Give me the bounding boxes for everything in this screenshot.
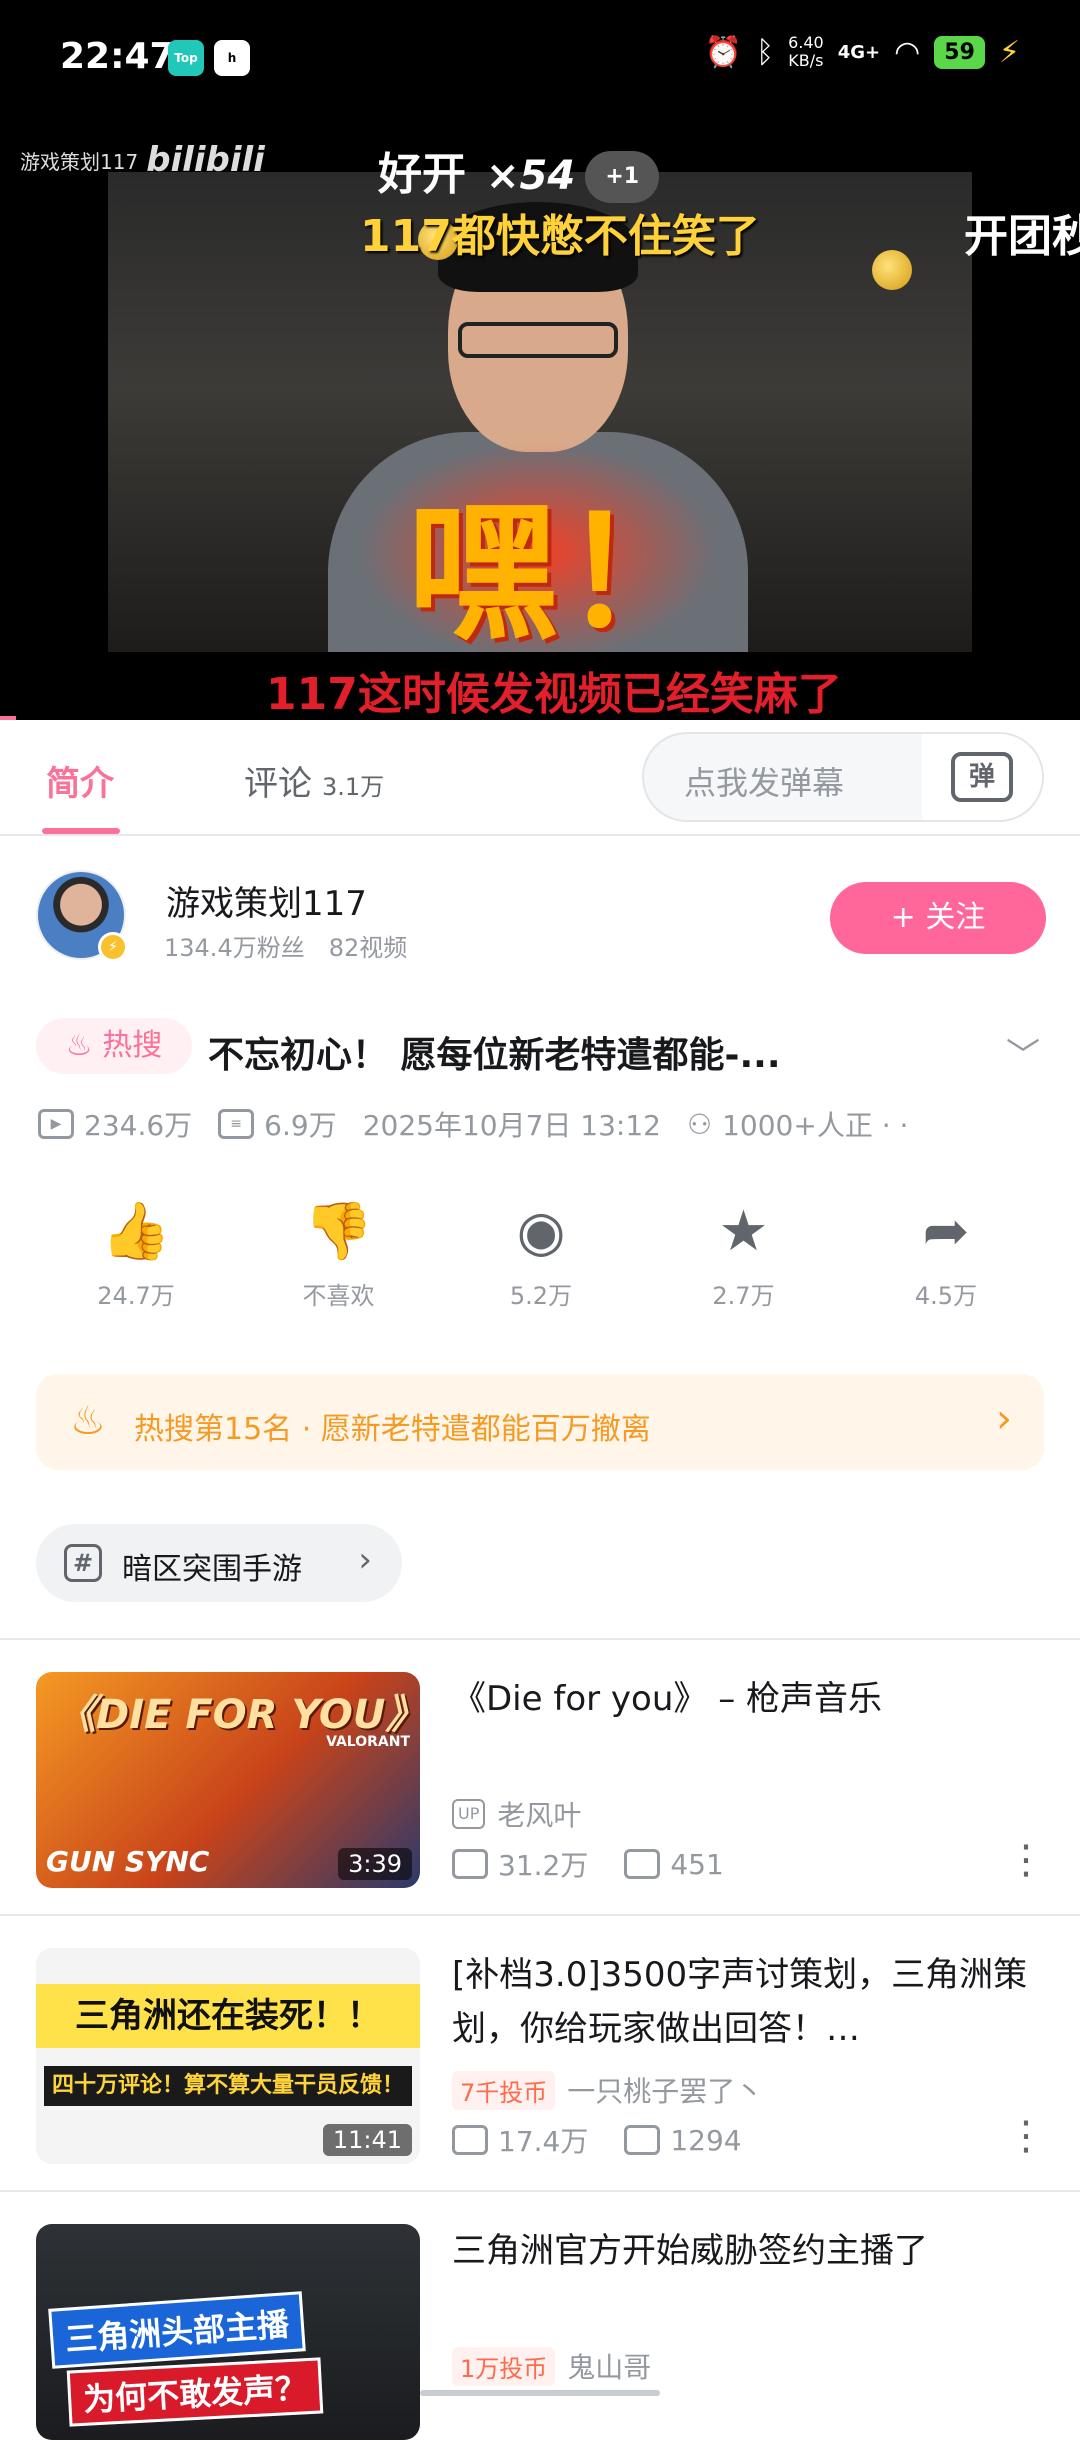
video-thumbnail[interactable]: 三角洲还在装死！！ 四十万评论！算不算大量干员反馈！ 11:41 (36, 1948, 420, 2164)
favorite-button[interactable]: ★ 2.7万 (644, 1198, 844, 1318)
hot-search-banner[interactable]: ♨ 热搜第15名 · 愿新老特遣都能百万撤离 › (36, 1374, 1044, 1470)
share-button[interactable]: ➦ 4.5万 (846, 1198, 1046, 1318)
share-icon: ➦ (922, 1199, 970, 1264)
danmu-combo: 好开 ×54 +1 (378, 138, 660, 203)
rec-stats: 17.4万 1294 (452, 2120, 778, 2160)
danmaku-count: 6.9万 (264, 1109, 337, 1142)
tab-comments[interactable]: 评论 3.1万 (244, 756, 384, 805)
follow-button[interactable]: + 关注 (830, 882, 1046, 954)
lightning-badge-icon: ⚡ (98, 932, 128, 962)
play-count-icon: ▶ (38, 1109, 74, 1139)
publish-date: 2025年10月7日 13:12 (362, 1109, 661, 1142)
battery-indicator: 59 (934, 35, 985, 69)
play-count-icon (452, 1849, 488, 1879)
watching-icon: ⚇ (687, 1107, 713, 1141)
title-row: ♨ 热搜 不忘初心！ 愿每位新老特遣都能-... ﹀ (36, 1018, 1046, 1078)
danmaku-count-icon (624, 2125, 661, 2155)
flame-icon: ♨ (65, 1028, 93, 1063)
coin-tag: 1万投币 (452, 2346, 556, 2386)
clock: 22:47 (60, 36, 175, 77)
dislike-button[interactable]: 👎 不喜欢 (239, 1198, 439, 1318)
up-icon: UP (452, 1799, 486, 1829)
watermark: 游戏策划117 bilibili (20, 140, 265, 180)
status-icons: ⏰ ᛒ 6.40 KB/s 4G+ ◠ 59 ⚡ (705, 34, 1020, 70)
danmaku-count-icon (624, 1849, 661, 1879)
danmaku-input[interactable]: 点我发弹幕 弹 (642, 732, 1044, 822)
more-icon[interactable]: ⋮ (1006, 2116, 1046, 2156)
hashtag-icon: # (64, 1544, 102, 1582)
more-icon[interactable]: ⋮ (1006, 1840, 1046, 1880)
play-count-icon (452, 2125, 488, 2155)
thumb-up-icon: 👍 (101, 1199, 171, 1264)
plus-one-icon[interactable]: +1 (585, 151, 660, 203)
divider (0, 2190, 1080, 2192)
rec-title[interactable]: 《Die for you》 – 枪声音乐 (452, 1672, 1062, 1726)
rec-title[interactable]: [补档3.0]3500字声讨策划，三角洲策划，你给玩家做出回答！… (452, 1948, 1062, 2056)
chevron-right-icon: › (358, 1540, 372, 1580)
top-app-icon: Top (168, 40, 204, 76)
danmaku-placeholder: 点我发弹幕 (684, 764, 845, 802)
video-meta: ▶ 234.6万 ≡ 6.9万 2025年10月7日 13:12 ⚇ 1000+人正 … (38, 1104, 1048, 1144)
status-bar: 22:47 Top h ⏰ ᛒ 6.40 KB/s 4G+ ◠ 59 ⚡ (0, 0, 1080, 110)
flame-search-icon: ♨ (70, 1398, 106, 1444)
chevron-right-icon: › (996, 1396, 1012, 1442)
duration-badge: 3:39 (338, 1848, 412, 1880)
thumb-down-icon: 👎 (303, 1199, 374, 1264)
coin-decoration (872, 250, 912, 290)
action-bar: 👍 24.7万 👎 不喜欢 ◉ 5.2万 ★ 2.7万 ➦ 4.5万 (36, 1198, 1046, 1318)
alarm-icon: ⏰ (704, 34, 743, 70)
list-item[interactable]: 三角洲还在装死！！ 四十万评论！算不算大量干员反馈！ 11:41 [补档3.0]… (36, 1948, 1046, 2166)
topic-chip[interactable]: # 暗区突围手游 › (36, 1524, 402, 1602)
net-speed: 6.40 KB/s (788, 33, 824, 70)
charging-icon: ⚡ (998, 34, 1020, 70)
h-app-icon: h (214, 40, 250, 76)
video-player[interactable]: 嘿！ 游戏策划117 bilibili 好开 ×54 +1 117都快憋不住笑了 开… (0, 110, 1080, 720)
rec-uploader[interactable]: UP 老风叶 (452, 1794, 581, 1834)
uploader-name[interactable]: 游戏策划117 (166, 876, 367, 925)
danmaku-count-icon: ≡ (218, 1109, 255, 1139)
rec-uploader[interactable]: 1万投币 鬼山哥 (452, 2346, 651, 2386)
glasses (458, 322, 618, 358)
home-indicator[interactable] (420, 2390, 660, 2396)
active-tab-indicator (42, 828, 120, 834)
list-item[interactable]: 三角洲头部主播 为何不敢发声？ 三角洲官方开始威胁签约主播了 1万投币 鬼山哥 (36, 2224, 1046, 2442)
list-item[interactable]: 《DIE FOR YOU》 VALORANT GUN SYNC 3:39 《Di… (36, 1672, 1046, 1890)
signal-icon: 4G+ (837, 41, 881, 63)
watching-count: 1000+人正 · · (722, 1109, 909, 1142)
coin-button[interactable]: ◉ 5.2万 (441, 1198, 641, 1318)
danmu-line: 117这时候发视频已经笑麻了 (266, 669, 842, 720)
overlay-text: 嘿！ (408, 487, 717, 652)
tab-intro[interactable]: 简介 (46, 756, 114, 805)
rec-title[interactable]: 三角洲官方开始威胁签约主播了 (452, 2224, 1062, 2278)
chevron-down-icon[interactable]: ﹀ (1006, 1028, 1040, 1077)
coin-tag: 7千投币 (452, 2070, 556, 2110)
rec-uploader[interactable]: 7千投币 一只桃子罢了丶 (452, 2070, 763, 2110)
rec-stats: 31.2万 451 (452, 1844, 760, 1884)
uploader-row: ⚡ 游戏策划117 134.4万粉丝 82视频 + 关注 (36, 870, 1046, 970)
detail-tabs: 简介 评论 3.1万 点我发弹幕 弹 (0, 720, 1080, 836)
bilibili-logo: bilibili (146, 140, 265, 180)
view-count: 234.6万 (84, 1109, 193, 1142)
uploader-stats: 134.4万粉丝 82视频 (164, 934, 408, 962)
topic-label: 暗区突围手游 (122, 1552, 302, 1587)
hot-search-text: 热搜第15名 · 愿新老特遣都能百万撤离 (134, 1412, 651, 1447)
wifi-icon: ◠ (894, 34, 921, 70)
duration-badge: 11:41 (322, 2124, 412, 2156)
hot-search-tag[interactable]: ♨ 热搜 (36, 1018, 192, 1074)
bluetooth-icon: ᛒ (756, 34, 775, 70)
danmu-line: 117都快憋不住笑了 (360, 211, 760, 262)
danmaku-tv-icon: 弹 (951, 752, 1013, 802)
like-button[interactable]: 👍 24.7万 (36, 1198, 236, 1318)
video-title[interactable]: 不忘初心！ 愿每位新老特遣都能-... (208, 1026, 968, 1078)
coin-icon: ◉ (516, 1199, 566, 1264)
divider (0, 1638, 1080, 1640)
video-thumbnail[interactable]: 《DIE FOR YOU》 VALORANT GUN SYNC 3:39 (36, 1672, 420, 1888)
divider (0, 1914, 1080, 1916)
danmu-line: 开团秒 (964, 211, 1080, 262)
star-icon: ★ (718, 1199, 769, 1264)
danmaku-toggle-button[interactable]: 弹 (922, 734, 1042, 820)
video-thumbnail[interactable]: 三角洲头部主播 为何不敢发声？ (36, 2224, 420, 2440)
